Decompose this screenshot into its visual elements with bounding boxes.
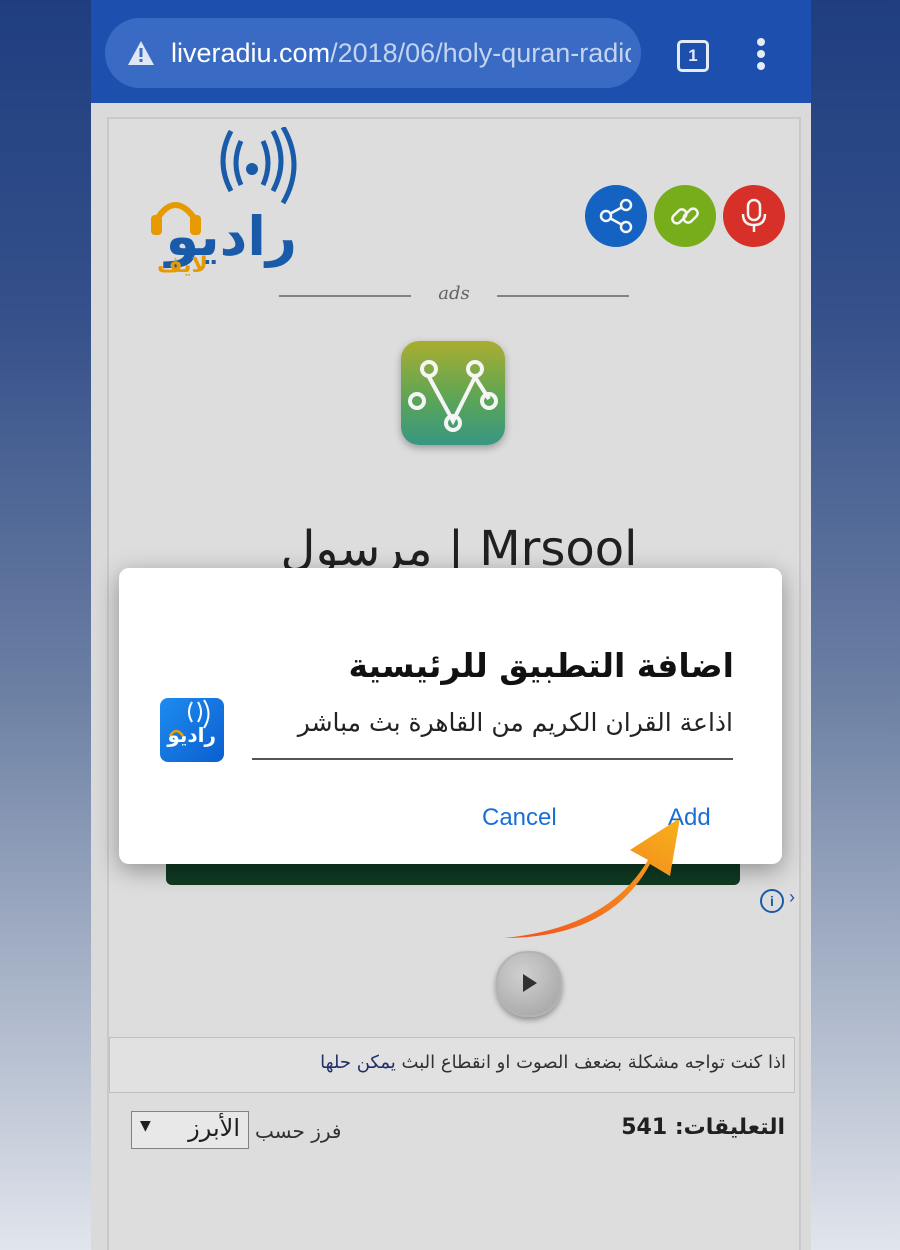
app-icon: راديو: [160, 698, 224, 762]
app-icon-text: راديو: [166, 723, 216, 747]
tab-switcher-button[interactable]: 1: [677, 40, 709, 72]
dialog-title: اضافة التطبيق للرئيسية: [348, 646, 734, 685]
url-host: liveradiu.com: [171, 38, 331, 68]
radio-app-icon: راديو: [166, 699, 216, 747]
browser-toolbar: liveradiu.com/2018/06/holy-quran-radio 1: [91, 0, 811, 103]
url-path: /2018/06/holy-quran-radio: [330, 38, 631, 68]
url-text[interactable]: liveradiu.com/2018/06/holy-quran-radio: [171, 38, 631, 72]
pointer-arrow-annotation: [504, 820, 680, 938]
address-bar[interactable]: liveradiu.com/2018/06/holy-quran-radio: [105, 18, 641, 88]
warning-triangle-icon[interactable]: [127, 40, 155, 66]
kebab-menu-icon[interactable]: [755, 38, 767, 72]
shortcut-name-value: اذاعة القران الكريم من القاهرة بث مباشر: [297, 708, 733, 737]
shortcut-name-input[interactable]: اذاعة القران الكريم من القاهرة بث مباشر: [252, 702, 733, 760]
